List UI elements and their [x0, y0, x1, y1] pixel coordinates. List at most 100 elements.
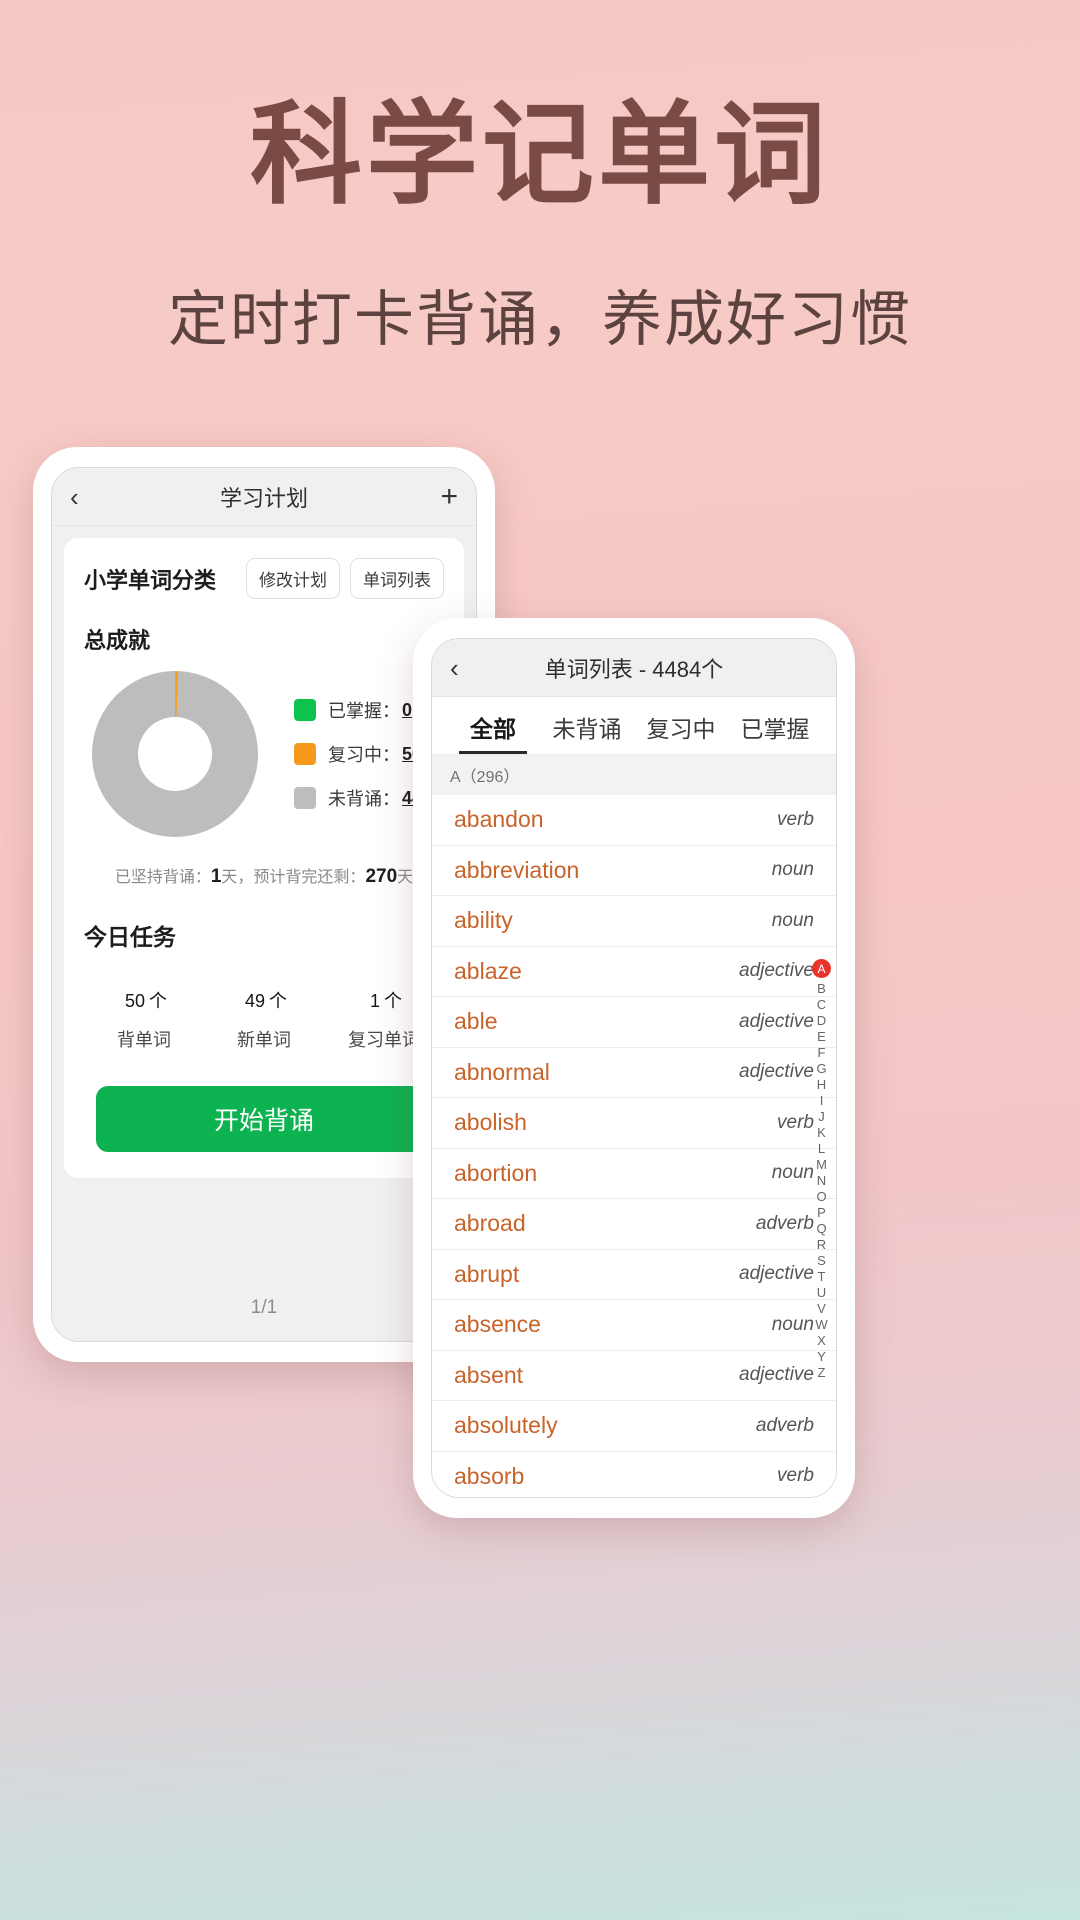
legend-label-mastered: 已掌握： — [328, 701, 400, 721]
tab-mastered[interactable]: 已掌握 — [728, 710, 822, 754]
alphabet-index-f[interactable]: F — [818, 1045, 826, 1060]
stat-label-1: 新单词 — [237, 1030, 291, 1050]
stat-label-0: 背单词 — [117, 1030, 171, 1050]
list-item[interactable]: absent adjective — [432, 1351, 836, 1401]
alphabet-index[interactable]: A B C D E F G H I J K L M N O P Q R S T — [812, 959, 831, 1380]
alphabet-index-active[interactable]: A — [812, 959, 831, 978]
word-pos: adjective — [739, 1263, 814, 1285]
word-term: ablaze — [454, 957, 522, 984]
word-term: abnormal — [454, 1058, 550, 1085]
alphabet-index-g[interactable]: G — [816, 1061, 826, 1076]
list-item[interactable]: abnormal adjective — [432, 1048, 836, 1098]
alphabet-index-t[interactable]: T — [818, 1269, 826, 1284]
word-pos: verb — [777, 1465, 814, 1487]
word-list-button[interactable]: 单词列表 — [350, 558, 444, 599]
phone2-screen: ‹ 单词列表 - 4484个 全部 未背诵 复习中 已掌握 A（296） aba… — [431, 638, 837, 1498]
alphabet-index-p[interactable]: P — [817, 1205, 826, 1220]
stat-unit-0: 个 — [149, 991, 168, 1011]
alphabet-index-z[interactable]: Z — [818, 1365, 826, 1380]
alphabet-index-s[interactable]: S — [817, 1253, 826, 1268]
alphabet-index-q[interactable]: Q — [816, 1221, 826, 1236]
alphabet-index-u[interactable]: U — [817, 1285, 826, 1300]
list-item[interactable]: abandon verb — [432, 795, 836, 846]
alphabet-index-k[interactable]: K — [817, 1125, 826, 1140]
alphabet-index-x[interactable]: X — [817, 1333, 826, 1348]
legend-label-unmemorized: 未背诵： — [328, 789, 400, 809]
alphabet-index-b[interactable]: B — [817, 981, 826, 996]
word-term: abrupt — [454, 1260, 520, 1287]
alphabet-index-j[interactable]: J — [818, 1109, 825, 1124]
alphabet-index-r[interactable]: R — [817, 1237, 826, 1252]
streak-prefix: 已坚持背诵： — [114, 869, 211, 886]
alphabet-index-d[interactable]: D — [817, 1013, 826, 1028]
remaining-days: 270 — [365, 866, 398, 887]
stat-new-words: 49 个 新单词 — [204, 974, 324, 1052]
phone1-title: 学习计划 — [219, 485, 308, 511]
back-icon[interactable]: ‹ — [70, 484, 79, 510]
word-pos: adverb — [755, 1212, 814, 1234]
list-item[interactable]: abortion noun — [432, 1149, 836, 1199]
achievement-donut-chart — [92, 671, 258, 837]
word-pos: adjective — [739, 1364, 814, 1386]
list-item[interactable]: abbreviation noun — [432, 846, 836, 896]
phone2-navbar: ‹ 单词列表 - 4484个 — [432, 639, 836, 697]
streak-days: 1 — [210, 866, 222, 887]
alphabet-index-w[interactable]: W — [815, 1317, 827, 1332]
achievement-chart-row: 已掌握： 0 复习中： 50 未背诵： 4434 — [84, 671, 444, 837]
word-term: ability — [454, 907, 513, 934]
category-title: 小学单词分类 — [84, 567, 217, 593]
alphabet-index-e[interactable]: E — [817, 1029, 826, 1044]
group-header-a: A（296） — [432, 755, 836, 795]
stat-number-1: 49 — [244, 991, 266, 1011]
list-item[interactable]: abroad adverb — [432, 1199, 836, 1250]
word-pos: noun — [771, 1162, 814, 1184]
word-pos: adjective — [739, 960, 814, 982]
word-pos: verb — [777, 808, 814, 830]
phone1-navbar: ‹ 学习计划 + — [52, 468, 476, 526]
alphabet-index-m[interactable]: M — [816, 1157, 827, 1172]
stat-review-words: 50 个 背单词 — [84, 974, 204, 1052]
alphabet-index-o[interactable]: O — [816, 1189, 826, 1204]
list-item[interactable]: absorb verb — [432, 1452, 836, 1498]
legend-swatch-mastered — [294, 699, 316, 721]
alphabet-index-c[interactable]: C — [817, 997, 826, 1012]
word-term: absolutely — [454, 1412, 558, 1439]
tab-unmemorized[interactable]: 未背诵 — [540, 710, 634, 754]
word-term: abandon — [454, 806, 544, 833]
alphabet-index-n[interactable]: N — [817, 1173, 826, 1188]
page-subtitle: 定时打卡背诵，养成好习惯 — [168, 285, 912, 353]
legend-value-mastered: 0 — [402, 699, 413, 720]
list-item[interactable]: abolish verb — [432, 1098, 836, 1149]
tab-all[interactable]: 全部 — [446, 710, 540, 754]
legend-swatch-reviewing — [294, 743, 316, 765]
list-item[interactable]: able adjective — [432, 997, 836, 1048]
word-term: abroad — [454, 1210, 526, 1237]
list-item[interactable]: ablaze adjective — [432, 947, 836, 997]
list-item[interactable]: absolutely adverb — [432, 1401, 836, 1452]
word-term: absorb — [454, 1462, 525, 1489]
plan-card-header: 小学单词分类 修改计划 单词列表 — [84, 558, 444, 599]
word-list: abandon verb abbreviation noun ability noun… — [432, 795, 836, 1498]
word-term: abolish — [454, 1109, 527, 1136]
edit-plan-button[interactable]: 修改计划 — [246, 558, 340, 599]
list-item[interactable]: ability noun — [432, 896, 836, 947]
word-pos: noun — [771, 1313, 814, 1335]
phone2-title: 单词列表 - 4484个 — [544, 656, 724, 682]
word-pos: adjective — [739, 1010, 814, 1032]
alphabet-index-h[interactable]: H — [817, 1077, 826, 1092]
achievement-title: 总成就 — [84, 628, 151, 653]
alphabet-index-v[interactable]: V — [817, 1301, 826, 1316]
list-item[interactable]: absence noun — [432, 1300, 836, 1351]
plan-card-actions: 修改计划 单词列表 — [246, 558, 444, 599]
word-pos: verb — [777, 1111, 814, 1133]
add-icon[interactable]: + — [440, 481, 458, 512]
back-icon[interactable]: ‹ — [450, 655, 459, 681]
list-item[interactable]: abrupt adjective — [432, 1250, 836, 1300]
word-pos: adjective — [739, 1061, 814, 1083]
today-stats: 50 个 背单词 49 个 新单词 1个 复习单词 — [84, 974, 444, 1052]
alphabet-index-l[interactable]: L — [818, 1141, 825, 1156]
alphabet-index-i[interactable]: I — [820, 1093, 824, 1108]
tab-reviewing[interactable]: 复习中 — [634, 710, 728, 754]
alphabet-index-y[interactable]: Y — [817, 1349, 826, 1364]
start-recite-button[interactable]: 开始背诵 — [96, 1086, 432, 1152]
